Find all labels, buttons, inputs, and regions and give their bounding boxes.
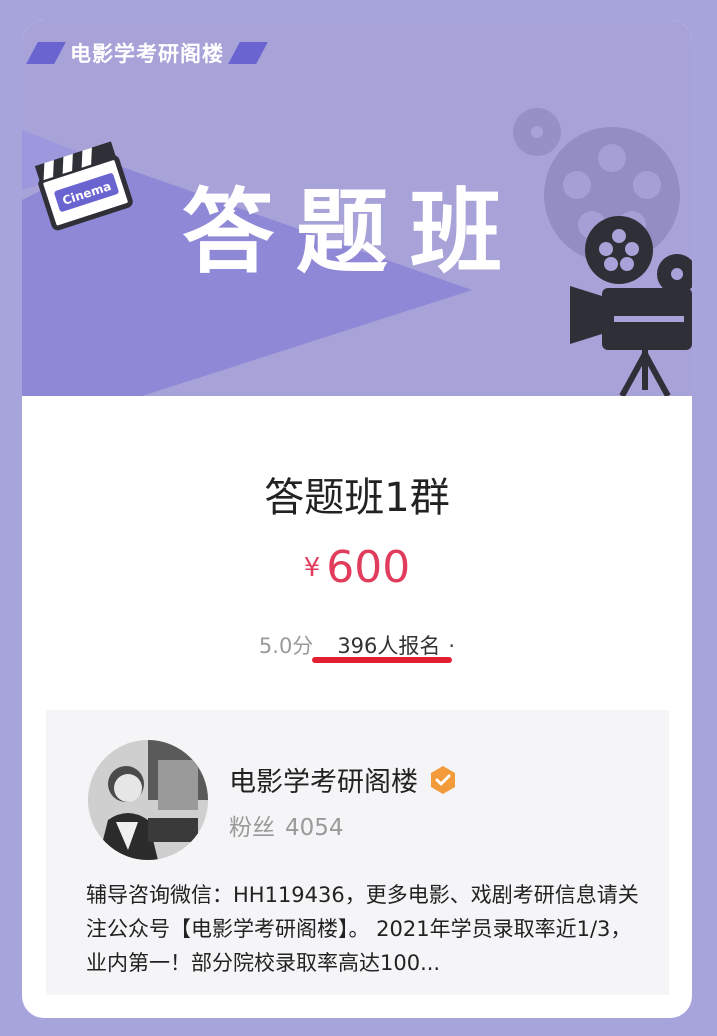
banner-brand-row: 电影学考研阁楼 [26, 38, 268, 68]
avatar[interactable] [88, 740, 208, 860]
course-stats: 5.0分 396人报名 · [22, 630, 692, 660]
course-title: 答题班1群 [264, 475, 450, 521]
stats-separator: · [448, 634, 456, 658]
enrolled-count: 396人报名 [337, 634, 441, 658]
author-name-row[interactable]: 电影学考研阁楼 [229, 760, 458, 799]
banner-title: 答题班 [182, 179, 525, 286]
enrolled-underline-annotation [312, 657, 452, 663]
fans-row: 粉丝 4054 [229, 808, 344, 842]
fans-label: 粉丝 [229, 815, 275, 841]
course-price: 600 [326, 542, 411, 593]
projector-icon [570, 216, 692, 396]
course-banner: Cinema 电影学考研阁楼 答题班 [22, 20, 692, 396]
course-rating: 5.0分 [258, 634, 314, 658]
slash-decoration-left [26, 42, 66, 64]
clapperboard-icon: Cinema [34, 141, 133, 231]
author-section[interactable]: 电影学考研阁楼 粉丝 4054 辅导咨询微信：HH119436，更多电影、戏剧考研… [46, 710, 669, 995]
slash-decoration-right [228, 42, 268, 64]
price-row: ¥600 [22, 542, 692, 593]
fans-count: 4054 [285, 815, 344, 841]
banner-brand-text: 电影学考研阁楼 [70, 42, 224, 66]
author-description: 辅导咨询微信：HH119436，更多电影、戏剧考研信息请关注公众号【电影学考研阁… [86, 883, 639, 975]
author-name[interactable]: 电影学考研阁楼 [229, 760, 418, 799]
currency-symbol: ¥ [303, 552, 321, 583]
verified-badge-icon [428, 765, 458, 795]
course-card: Cinema 电影学考研阁楼 答题班 答题班1群 ¥ 600 5.0分 396人… [22, 20, 692, 1018]
